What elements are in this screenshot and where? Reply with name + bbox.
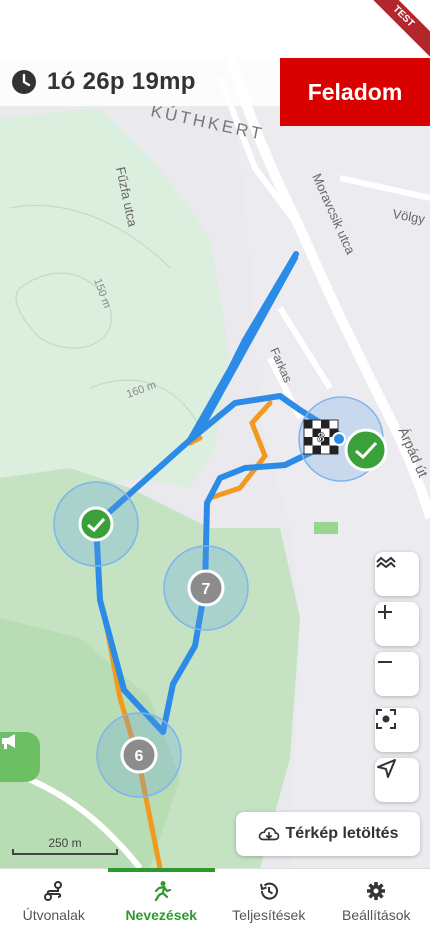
- bottom-nav: Útvonalak Nevezések Teljesítések Beállít…: [0, 868, 430, 933]
- megaphone-icon: [0, 732, 20, 750]
- clock-icon: [11, 69, 37, 95]
- download-map-button[interactable]: Térkép letöltés: [236, 812, 420, 856]
- checkpoint-7-label: 7: [202, 581, 211, 598]
- zoom-in-icon: [375, 602, 395, 622]
- history-icon: [258, 880, 280, 902]
- checkpoint-8-label: 8: [317, 429, 325, 445]
- runner-icon: [150, 880, 172, 902]
- checkpoint-6-marker: 6: [122, 738, 156, 772]
- give-up-button[interactable]: Feladom: [280, 58, 430, 126]
- test-badge: TEST: [358, 0, 430, 62]
- focus-icon: [375, 708, 397, 730]
- layers-icon: [375, 552, 397, 574]
- zoom-out-icon: [375, 652, 395, 672]
- map-view[interactable]: 7 6 8 KÚTHKERT Fűzfa utca Moravcsik utca…: [0, 58, 430, 868]
- nav-item-label: Teljesítések: [232, 907, 305, 923]
- scale-ruler: [12, 849, 118, 855]
- map-canvas: 7 6 8 KÚTHKERT Fűzfa utca Moravcsik utca…: [0, 58, 430, 868]
- cloud-download-icon: [258, 825, 280, 843]
- scale-bar: 250 m: [12, 836, 120, 858]
- focus-button[interactable]: [375, 708, 419, 752]
- locate-icon: [375, 758, 397, 780]
- scale-label: 250 m: [12, 836, 118, 850]
- user-location-dot: [333, 433, 345, 445]
- layers-button[interactable]: [375, 552, 419, 596]
- checkpoint-done-marker: [346, 430, 386, 470]
- route-icon: [43, 880, 65, 902]
- nav-item-label: Beállítások: [342, 907, 410, 923]
- checkpoint-done-marker: [80, 508, 112, 540]
- locate-button[interactable]: [375, 758, 419, 802]
- gear-icon: [365, 880, 387, 902]
- elapsed-time: 1ó 26p 19mp: [47, 68, 196, 96]
- checkpoint-7-marker: 7: [189, 571, 223, 605]
- nav-item-label: Útvonalak: [23, 907, 85, 923]
- download-map-label: Térkép letöltés: [286, 825, 399, 843]
- nav-item-routes[interactable]: Útvonalak: [0, 869, 108, 933]
- nav-item-completions[interactable]: Teljesítések: [215, 869, 323, 933]
- green-patch: [314, 522, 338, 534]
- elapsed-timer: 1ó 26p 19mp: [0, 58, 280, 106]
- checkpoint-6-label: 6: [135, 748, 144, 765]
- nav-item-settings[interactable]: Beállítások: [323, 869, 430, 933]
- zoom-in-button[interactable]: [375, 602, 419, 646]
- zoom-out-button[interactable]: [375, 652, 419, 696]
- nav-item-entries[interactable]: Nevezések: [108, 869, 216, 933]
- announcement-tab[interactable]: [0, 732, 40, 782]
- nav-item-label: Nevezések: [125, 907, 197, 923]
